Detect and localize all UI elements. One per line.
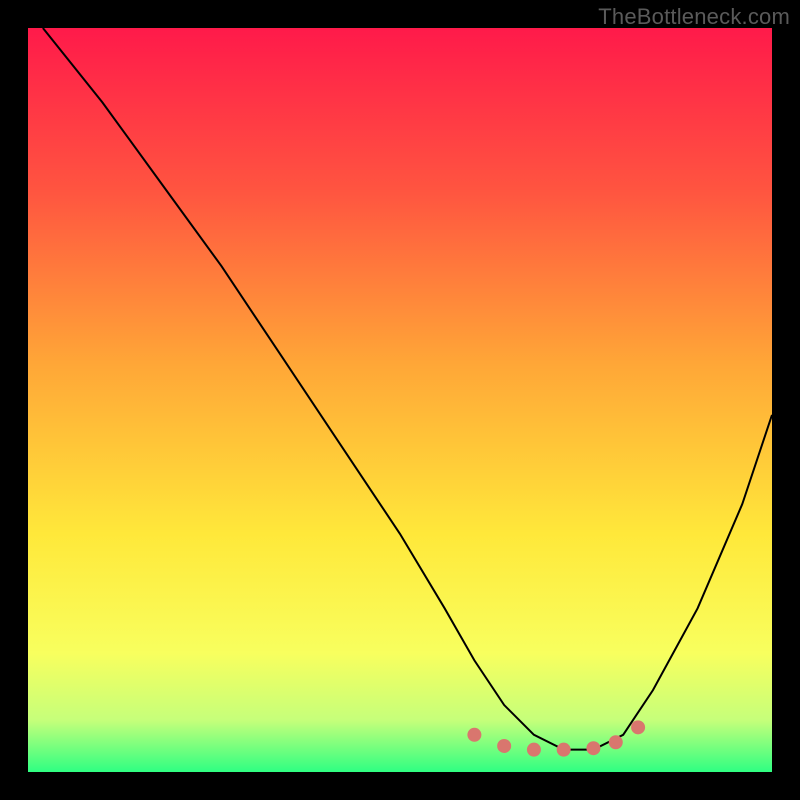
plot-area <box>28 28 772 772</box>
optimal-marker <box>467 728 481 742</box>
optimal-marker <box>497 739 511 753</box>
gradient-background <box>28 28 772 772</box>
chart-frame: TheBottleneck.com <box>0 0 800 800</box>
optimal-marker <box>631 720 645 734</box>
chart-svg <box>28 28 772 772</box>
optimal-marker <box>586 741 600 755</box>
watermark-text: TheBottleneck.com <box>598 4 790 30</box>
optimal-marker <box>527 743 541 757</box>
optimal-marker <box>557 743 571 757</box>
optimal-marker <box>609 735 623 749</box>
